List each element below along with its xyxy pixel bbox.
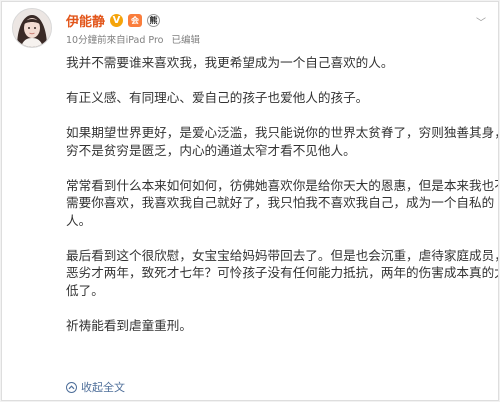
post-menu-chevron-down-icon[interactable]: ﹀ xyxy=(476,14,486,29)
paragraph-line: 恶劣才两年，致死才七年？可怜孩子没有任何能力抵抗，两年的伤害成本真的太 xyxy=(66,265,499,280)
paragraph-line: 我并不需要谁来喜欢我，我更希望成为一个自己喜欢的人。 xyxy=(66,55,394,70)
post-text: 我并不需要谁来喜欢我，我更希望成为一个自己喜欢的人。 有正义感、有同理心、爱自己的… xyxy=(66,54,499,335)
paragraph-line: 祈祷能看到虐童重刑。 xyxy=(66,317,192,333)
paragraph-line: 有正义感、有同理心、爱自己的孩子也爱他人的孩子。 xyxy=(66,90,369,105)
user-avatar[interactable] xyxy=(12,8,52,48)
username-row: 伊能静 V 会 熊 xyxy=(66,11,161,30)
verified-badge-icon[interactable]: V xyxy=(110,13,124,27)
post-paragraph: 如果期望世界更好，是爱心泛滥，我只能说你的世界太贫脊了，穷则独善其身， 穷不是贫穷… xyxy=(66,124,499,159)
username-link[interactable]: 伊能静 xyxy=(66,11,105,30)
paragraph-line: 常常看到什么本来如何如何，彷佛她喜欢你是给你天大的恩惠，但是本来我也不 xyxy=(66,177,499,193)
panda-badge-icon[interactable]: 熊 xyxy=(147,13,161,27)
paragraph-line: 如果期望世界更好，是爱心泛滥，我只能说你的世界太贫脊了，穷则独善其身， xyxy=(66,125,499,140)
post-paragraph: 我并不需要谁来喜欢我，我更希望成为一个自己喜欢的人。 xyxy=(66,54,486,72)
collapse-arrow-icon xyxy=(66,381,77,393)
collapse-label: 收起全文 xyxy=(81,381,125,394)
edited-label[interactable]: 已编辑 xyxy=(171,32,200,46)
post-time[interactable]: 10分鐘前 xyxy=(66,35,107,46)
collapse-full-text-button[interactable]: 收起全文 xyxy=(66,379,125,395)
post-meta: 10分鐘前來自iPad Pro 已编辑 xyxy=(66,32,200,46)
post-paragraph: 祈祷能看到虐童重刑。 xyxy=(66,317,486,335)
weibo-post-card: 伊能静 V 会 熊 10分鐘前來自iPad Pro 已编辑 ﹀ 我并不需要谁来喜… xyxy=(1,1,499,401)
paragraph-line: 最后看到这个很欣慰，女宝宝给妈妈带回去了。但是也会沉重，虐待家庭成员， xyxy=(66,247,499,263)
post-paragraph: 常常看到什么本来如何如何，彷佛她喜欢你是给你天大的恩惠，但是本来我也不 需要你喜欢… xyxy=(66,177,499,230)
post-paragraph: 有正义感、有同理心、爱自己的孩子也爱他人的孩子。 xyxy=(66,89,486,107)
paragraph-line: 需要你喜欢，我喜欢我自己就好了，我只怕我不喜欢我自己，成为一个自私的 xyxy=(66,195,495,210)
paragraph-line: 人。 xyxy=(66,212,92,228)
member-badge-icon[interactable]: 会 xyxy=(128,13,143,27)
paragraph-line: 穷不是贫穷是匮乏，内心的通道太窄才看不见他人。 xyxy=(66,142,356,158)
paragraph-line: 低了。 xyxy=(66,282,104,298)
post-source: 來自iPad Pro xyxy=(106,35,164,46)
post-paragraph: 最后看到这个很欣慰，女宝宝给妈妈带回去了。但是也会沉重，虐待家庭成员， 恶劣才两年… xyxy=(66,247,499,300)
